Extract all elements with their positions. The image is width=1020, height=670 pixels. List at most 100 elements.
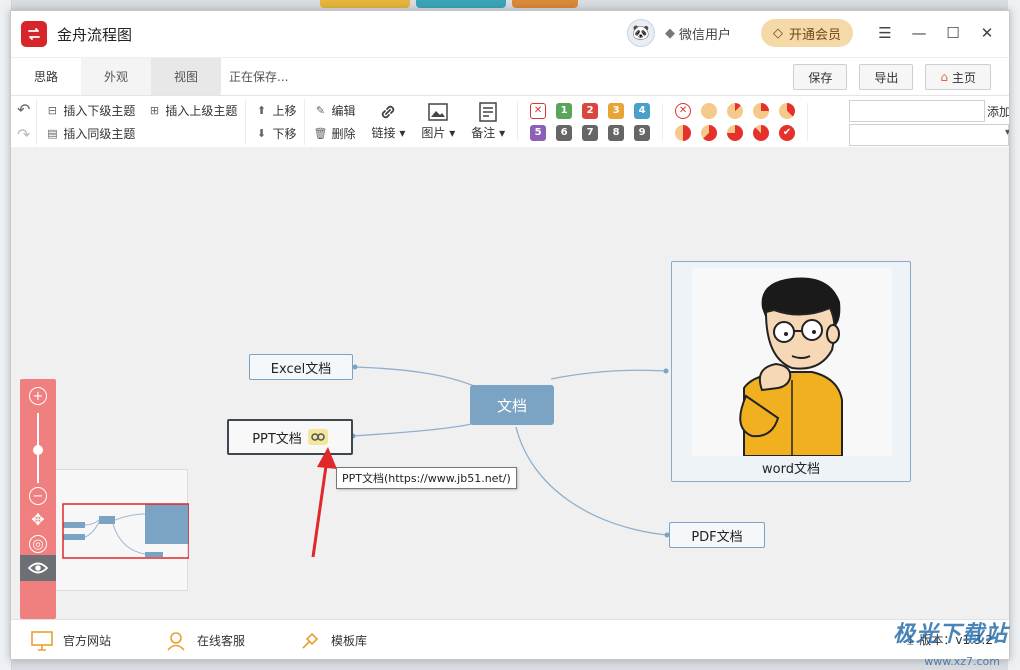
- user-name-label: 微信用户: [678, 27, 731, 43]
- redo-icon[interactable]: ↷: [17, 125, 30, 144]
- edit-icon: ✎: [315, 103, 326, 117]
- move-down-button[interactable]: ⬇ 下移: [254, 125, 297, 142]
- priority-badge[interactable]: 6: [556, 124, 573, 141]
- edit-label: 编辑: [331, 103, 356, 118]
- tag-input[interactable]: [849, 100, 985, 122]
- close-icon[interactable]: ✕: [975, 21, 999, 45]
- tab-actions: 保存 导出 ⌂ 主页: [793, 64, 991, 90]
- watermark-url: www.xz7.com: [924, 655, 1000, 668]
- tag-select[interactable]: ▾: [849, 124, 1009, 146]
- menu-icon[interactable]: ☰: [873, 21, 897, 45]
- official-site-button[interactable]: 官方网站: [31, 630, 111, 652]
- node-word[interactable]: word文档: [671, 261, 911, 482]
- priority-badge[interactable]: 5: [530, 124, 547, 141]
- note-button[interactable]: 备注 ▾: [463, 102, 519, 141]
- annotation-arrow: [311, 447, 337, 558]
- insert-group: ⊟ 插入下级主题 ⊞ 插入上级主题 ▤ 插入同级主题: [37, 98, 247, 145]
- node-ppt-label: PPT文档: [252, 431, 302, 447]
- move-icon[interactable]: ✥: [29, 511, 47, 529]
- progress-0-icon[interactable]: [701, 102, 718, 119]
- chevron-down-icon: ▾: [449, 126, 456, 140]
- node-word-label: word文档: [762, 462, 820, 477]
- home-button-label: 主页: [951, 70, 976, 85]
- move-group: ⬆ 上移 ⬇ 下移: [246, 98, 306, 145]
- link-icon: [378, 102, 398, 122]
- insert-sibling-label: 插入同级主题: [63, 126, 136, 141]
- move-up-label: 上移: [272, 103, 297, 118]
- progress-6-icon[interactable]: [727, 124, 744, 141]
- progress-clear-icon[interactable]: ✕: [675, 102, 692, 119]
- priority-badge[interactable]: 8: [608, 124, 625, 141]
- insert-child-icon: ⊟: [47, 103, 58, 117]
- priority-badge[interactable]: 4: [634, 102, 651, 119]
- priority-badge[interactable]: 2: [582, 102, 599, 119]
- tab-ideas[interactable]: 思路: [11, 57, 81, 96]
- background-banner: [416, 0, 506, 8]
- support-button[interactable]: 在线客服: [165, 630, 245, 652]
- support-label: 在线客服: [197, 634, 246, 648]
- progress-5-icon[interactable]: [701, 124, 718, 141]
- templates-button[interactable]: 模板库: [299, 630, 367, 652]
- delete-button[interactable]: 🗑 删除: [313, 125, 355, 142]
- edit-group: ✎ 编辑 🗑 删除: [305, 99, 363, 145]
- templates-label: 模板库: [331, 634, 368, 648]
- save-button[interactable]: 保存: [793, 64, 848, 90]
- progress-2-icon[interactable]: [753, 102, 770, 119]
- app-title: 金舟流程图: [57, 25, 133, 44]
- user-avatar[interactable]: 🐼: [626, 19, 655, 47]
- image-button[interactable]: 图片 ▾: [413, 102, 463, 141]
- background-banner: [512, 0, 578, 8]
- move-up-button[interactable]: ⬆ 上移: [254, 102, 297, 119]
- tab-appearance[interactable]: 外观: [81, 57, 151, 96]
- node-center[interactable]: 文档: [470, 385, 554, 425]
- home-icon: ⌂: [940, 70, 948, 84]
- maximize-icon[interactable]: ☐: [941, 21, 965, 45]
- priority-badge[interactable]: 1: [556, 102, 573, 119]
- arrow-up-icon: ⬆: [256, 103, 267, 117]
- priority-badge[interactable]: 9: [634, 124, 651, 141]
- priority-clear-icon[interactable]: ✕: [530, 102, 547, 119]
- official-site-label: 官方网站: [63, 634, 112, 648]
- zoom-out-icon[interactable]: −: [29, 487, 47, 505]
- edit-button[interactable]: ✎ 编辑: [313, 102, 356, 119]
- minimap-preview: [62, 503, 190, 559]
- home-button[interactable]: ⌂ 主页: [925, 64, 991, 90]
- minimap[interactable]: [46, 469, 190, 591]
- progress-3-icon[interactable]: [779, 102, 796, 119]
- user-name[interactable]: ◆ 微信用户: [665, 24, 731, 43]
- note-label: 备注: [471, 126, 496, 140]
- add-tag-button[interactable]: 添加: [987, 103, 1009, 120]
- priority-badge[interactable]: 7: [582, 124, 599, 141]
- tag-inputs: ▾ 添加: [849, 100, 1009, 148]
- node-pdf[interactable]: PDF文档: [669, 522, 765, 548]
- export-button[interactable]: 导出: [859, 64, 914, 90]
- priority-badge[interactable]: 3: [608, 102, 625, 119]
- minimize-icon[interactable]: —: [907, 21, 931, 45]
- cartoon-thinking-man-image: [692, 268, 892, 457]
- link-button[interactable]: 链接 ▾: [363, 102, 413, 141]
- eye-icon[interactable]: [20, 555, 56, 581]
- center-icon[interactable]: ◎: [29, 535, 47, 553]
- undo-icon[interactable]: ↶: [17, 100, 30, 119]
- toolbar: ↶ ↷ ⊟ 插入下级主题 ⊞ 插入上级主题 ▤ 插入同级主题 ⬆ 上移 ⬇ 下移…: [11, 95, 1009, 147]
- insert-parent-button[interactable]: ⊞ 插入上级主题: [147, 102, 238, 119]
- vip-button[interactable]: ◇ 开通会员: [760, 19, 853, 47]
- link-tooltip: PPT文档(https://www.jb51.net/): [336, 467, 517, 489]
- insert-sibling-button[interactable]: ▤ 插入同级主题: [45, 125, 135, 142]
- zoom-slider-handle[interactable]: [33, 445, 43, 455]
- link-icon[interactable]: [307, 429, 328, 445]
- progress-badges: ✕ ✔: [663, 102, 809, 141]
- insert-child-button[interactable]: ⊟ 插入下级主题: [45, 102, 136, 119]
- node-excel[interactable]: Excel文档: [249, 354, 353, 380]
- progress-7-icon[interactable]: [753, 124, 770, 141]
- arrow-down-icon: ⬇: [256, 126, 267, 140]
- move-down-label: 下移: [272, 126, 297, 141]
- vip-button-label: 开通会员: [788, 27, 841, 43]
- progress-1-icon[interactable]: [727, 102, 744, 119]
- progress-done-icon[interactable]: ✔: [779, 124, 796, 141]
- mindmap-canvas[interactable]: Excel文档 PPT文档 文档 PDF文档 word文档 PPT文档(http…: [11, 147, 1009, 619]
- tab-view[interactable]: 视图: [151, 57, 221, 96]
- progress-4-icon[interactable]: [675, 124, 692, 141]
- insert-sibling-icon: ▤: [47, 126, 58, 140]
- zoom-in-icon[interactable]: +: [29, 387, 47, 405]
